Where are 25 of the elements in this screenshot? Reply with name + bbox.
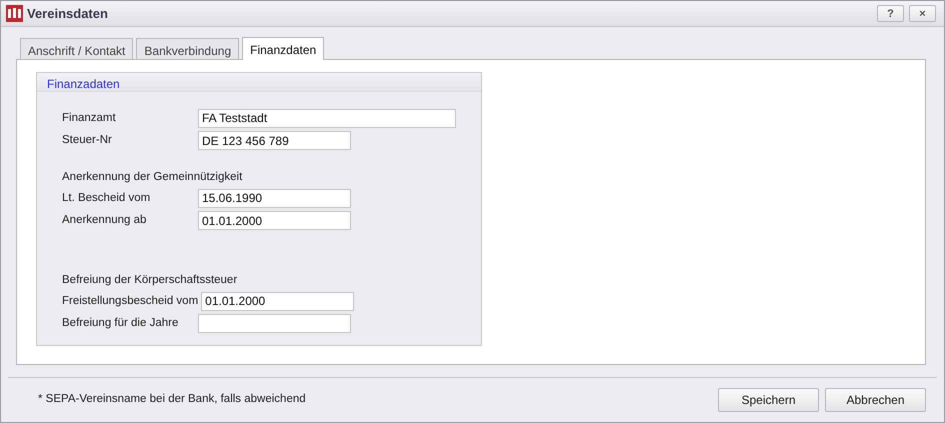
section-heading: Befreiung der Körperschaftssteuer (62, 273, 238, 288)
close-button[interactable]: × (909, 5, 936, 22)
tab[interactable]: Finanzdaten (242, 37, 324, 60)
input-field[interactable]: FA Teststadt (198, 108, 456, 128)
field-label: Freistellungsbescheid vom (62, 294, 200, 309)
app-logo-icon (6, 5, 23, 22)
input-field[interactable]: 01.01.2000 (201, 292, 354, 311)
tab[interactable]: Anschrift / Kontakt (20, 38, 134, 59)
field-label: Lt. Bescheid vom (62, 190, 152, 206)
input-field[interactable]: 01.01.2000 (198, 211, 351, 230)
field-label: Anerkennung ab (62, 213, 148, 228)
input-field[interactable]: DE 123 456 789 (198, 131, 351, 150)
save-button[interactable]: Speichern (718, 388, 819, 412)
field-label: Finanzamt (62, 110, 117, 126)
window-title: Vereinsdaten (27, 4, 108, 23)
cancel-button[interactable]: Abbrechen (825, 388, 926, 412)
footnote: * SEPA-Vereinsname bei der Bank, falls abweichend (38, 392, 306, 408)
field-label: Steuer-Nr (62, 133, 113, 148)
input-field[interactable] (198, 314, 351, 334)
help-button[interactable]: ? (877, 5, 904, 22)
section-heading: Anerkennung der Gemeinnützigkeit (62, 170, 244, 185)
field-label: Befreiung für die Jahre (62, 316, 180, 332)
group-title: Finanzadaten (37, 73, 481, 92)
input-field[interactable]: 15.06.1990 (198, 188, 351, 208)
tab[interactable]: Bankverbindung (136, 38, 240, 59)
